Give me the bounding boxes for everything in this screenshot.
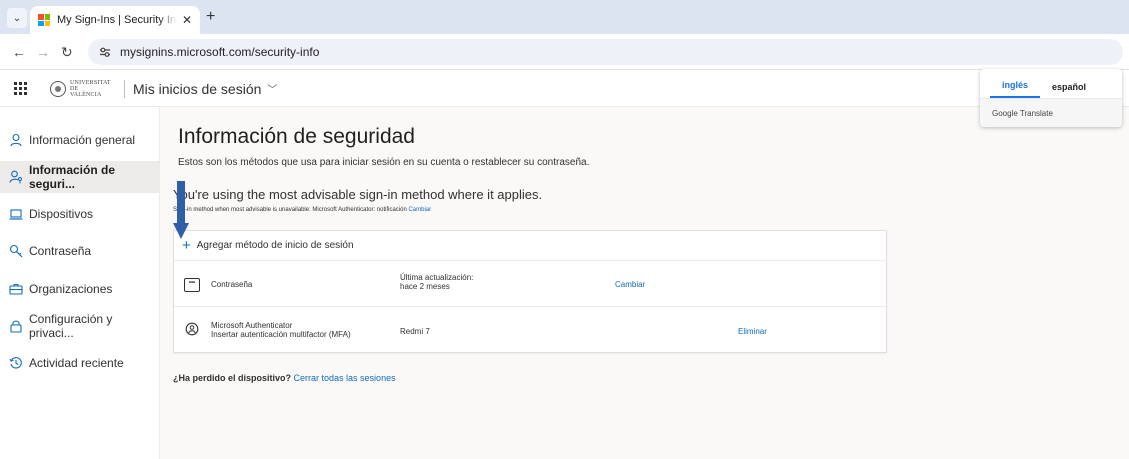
person-icon bbox=[9, 133, 23, 147]
new-tab-button[interactable]: + bbox=[206, 8, 215, 26]
sidebar-item-security-info[interactable]: Información de seguri... bbox=[0, 161, 160, 193]
translate-footer: Google Translate bbox=[980, 99, 1122, 127]
briefcase-icon bbox=[9, 282, 23, 296]
key-icon bbox=[9, 244, 23, 258]
method-name: Contraseña bbox=[211, 280, 253, 289]
sidebar-item-label: Información general bbox=[29, 133, 136, 147]
tab-title: My Sign-Ins | Security Info | Microsoft bbox=[57, 14, 177, 26]
university-logo-text: UNIVERSITAT DE VALÈNCIA bbox=[70, 79, 111, 98]
delete-authenticator-link[interactable]: Eliminar bbox=[738, 327, 767, 336]
person-key-icon bbox=[9, 170, 23, 184]
lock-icon bbox=[9, 319, 23, 333]
app-title: Mis inicios de sesión bbox=[133, 80, 262, 97]
plus-icon: + bbox=[182, 236, 191, 254]
address-bar[interactable]: mysignins.microsoft.com/security-info bbox=[88, 39, 1123, 65]
default-method-line: Sign-in method when most advisable is un… bbox=[173, 207, 431, 213]
sidebar-item-label: Organizaciones bbox=[29, 282, 113, 296]
tab-close-icon[interactable]: ✕ bbox=[182, 13, 192, 27]
change-default-method-link[interactable]: Cambiar bbox=[408, 207, 431, 213]
sidebar-item-label: Actividad reciente bbox=[29, 356, 124, 370]
university-logo[interactable]: UNIVERSITAT DE VALÈNCIA bbox=[50, 80, 110, 98]
reload-icon[interactable]: ↻ bbox=[61, 43, 73, 61]
page-description: Estos son los métodos que usa para inici… bbox=[178, 157, 590, 168]
page-title: Información de seguridad bbox=[178, 125, 415, 148]
browser-tabstrip: ⌄ My Sign-Ins | Security Info | Microsof… bbox=[0, 0, 1129, 34]
history-icon bbox=[9, 356, 23, 370]
method-name-title: Microsoft Authenticator bbox=[211, 321, 293, 330]
sidebar-item-overview[interactable]: Información general bbox=[0, 124, 160, 156]
browser-tab[interactable]: My Sign-Ins | Security Info | Microsoft … bbox=[30, 6, 200, 34]
method-row-authenticator: Microsoft Authenticator Insertar autenti… bbox=[174, 307, 886, 353]
add-method-button[interactable]: + Agregar método de inicio de sesión bbox=[174, 231, 886, 261]
method-detail: Última actualización: hace 2 meses bbox=[400, 273, 473, 291]
forward-arrow-icon[interactable]: → bbox=[36, 43, 50, 61]
sidebar-item-label: Contraseña bbox=[29, 244, 92, 258]
sidebar-item-label: Dispositivos bbox=[29, 207, 94, 221]
sidebar-item-password[interactable]: Contraseña bbox=[0, 235, 160, 267]
chevron-down-icon: ﹀ bbox=[267, 85, 278, 96]
translate-tab-english[interactable]: inglés bbox=[990, 80, 1041, 98]
annotation-arrow-icon bbox=[173, 181, 189, 239]
sidebar-item-organizations[interactable]: Organizaciones bbox=[0, 273, 160, 305]
lost-device-line: ¿Ha perdido el dispositivo? Cerrar todas… bbox=[173, 373, 396, 383]
default-method-text: Sign-in method when most advisable is un… bbox=[173, 207, 407, 213]
app-title-dropdown[interactable]: Mis inicios de sesión ﹀ bbox=[133, 81, 277, 97]
method-name-subtitle: Insertar autenticación multifactor (MFA) bbox=[211, 330, 351, 339]
method-detail: Redmi 7 bbox=[400, 327, 430, 336]
method-detail-line1: Última actualización: bbox=[400, 273, 474, 282]
authenticator-icon bbox=[184, 322, 200, 336]
advice-text: You're using the most advisable sign-in … bbox=[173, 187, 543, 202]
translate-popup: inglés español Google Translate bbox=[980, 69, 1122, 127]
change-password-link[interactable]: Cambiar bbox=[615, 280, 645, 289]
site-info-icon[interactable] bbox=[98, 45, 112, 59]
method-detail-line2: hace 2 meses bbox=[400, 282, 450, 291]
method-row-password: ••• Contraseña Última actualización: hac… bbox=[174, 261, 886, 307]
back-arrow-icon[interactable]: ← bbox=[12, 43, 26, 61]
sidebar-item-recent-activity[interactable]: Actividad reciente bbox=[0, 347, 160, 379]
university-seal-icon bbox=[50, 80, 66, 97]
main-content: Información de seguridad Estos son los m… bbox=[160, 107, 1129, 459]
sidebar-item-devices[interactable]: Dispositivos bbox=[0, 198, 160, 230]
add-method-label: Agregar método de inicio de sesión bbox=[196, 240, 354, 251]
laptop-icon bbox=[9, 207, 23, 221]
app-launcher-icon[interactable] bbox=[0, 71, 40, 107]
sidebar-item-settings-privacy[interactable]: Configuración y privaci... bbox=[0, 310, 160, 342]
sidebar-item-label: Configuración y privaci... bbox=[29, 312, 113, 340]
url-text: mysignins.microsoft.com/security-info bbox=[120, 45, 320, 59]
microsoft-logo-icon bbox=[38, 14, 50, 26]
header-divider bbox=[124, 79, 125, 98]
sidebar: Información general Información de segur… bbox=[0, 107, 160, 459]
translate-tab-spanish[interactable]: español bbox=[1040, 82, 1098, 98]
password-icon: ••• bbox=[184, 278, 200, 292]
translate-tabs: inglés español bbox=[980, 69, 1122, 99]
tab-search-chevron-icon[interactable]: ⌄ bbox=[7, 8, 27, 28]
methods-card: + Agregar método de inicio de sesión •••… bbox=[173, 230, 887, 353]
sign-out-everywhere-link[interactable]: Cerrar todas las sesiones bbox=[294, 373, 396, 383]
method-name: Microsoft Authenticator Insertar autenti… bbox=[211, 321, 351, 339]
lost-device-question: ¿Ha perdido el dispositivo? bbox=[173, 373, 292, 383]
app-header: UNIVERSITAT DE VALÈNCIA Mis inicios de s… bbox=[0, 71, 1129, 107]
browser-toolbar: ← → ↻ mysignins.microsoft.com/security-i… bbox=[0, 34, 1129, 70]
sidebar-item-label: Información de seguri... bbox=[29, 163, 116, 191]
